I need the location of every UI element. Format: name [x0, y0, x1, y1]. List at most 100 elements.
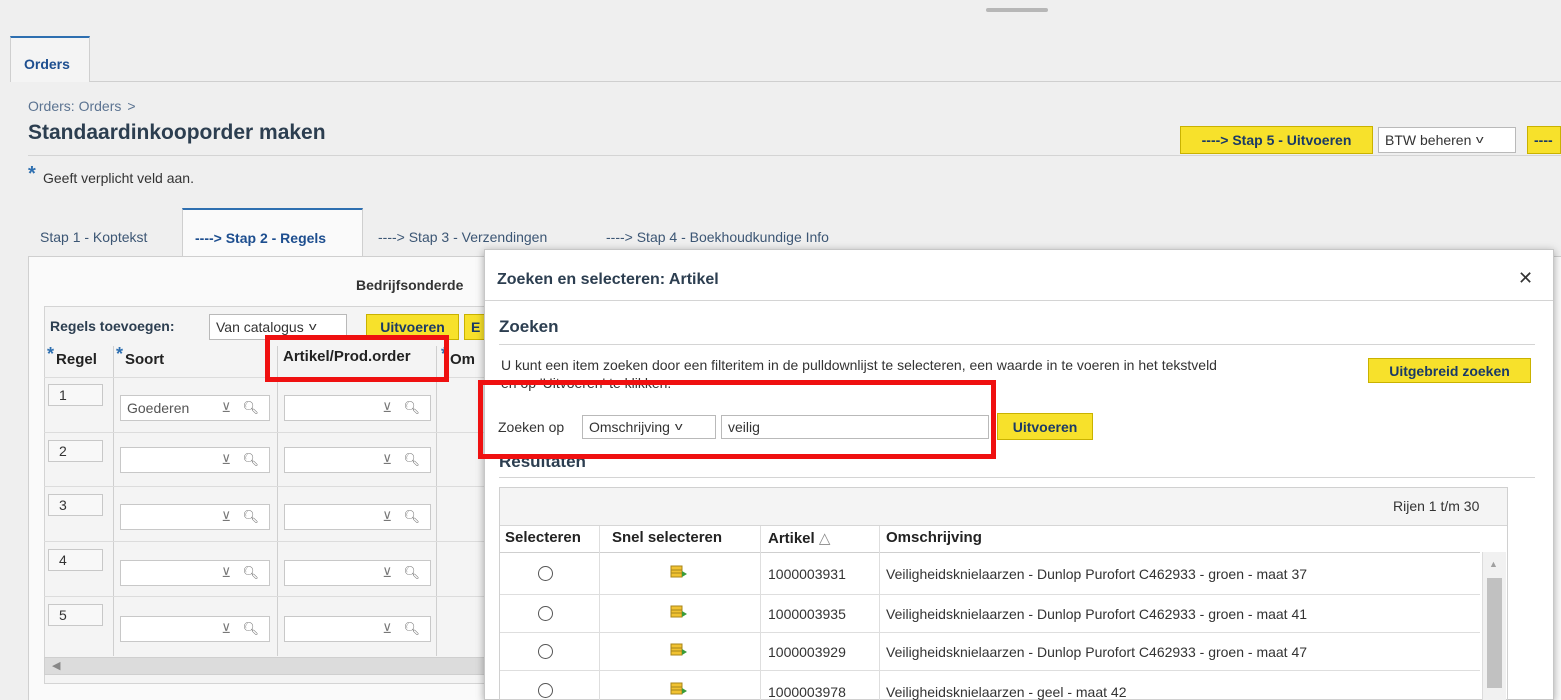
soort-value: Goederen — [127, 400, 190, 416]
column-divider — [277, 346, 278, 656]
item-number: 1000003929 — [768, 644, 846, 660]
required-star: * — [47, 344, 55, 364]
chevron-down-icon: v — [1476, 134, 1484, 146]
select-radio[interactable] — [538, 606, 553, 621]
required-star: * — [28, 163, 36, 185]
row-number: 4 — [48, 549, 103, 571]
item-description: Veiligheidsknielaarzen - Dunlop Purofort… — [886, 644, 1308, 660]
select-radio[interactable] — [538, 683, 553, 698]
search-heading: Zoeken — [499, 317, 559, 336]
soort-field[interactable]: ⊻ 🔍︎ — [120, 560, 270, 586]
item-description: Veiligheidsknielaarzen - Dunlop Purofort… — [886, 566, 1308, 582]
search-heading-divider — [499, 344, 1535, 345]
row-divider — [500, 670, 1480, 671]
artikel-field[interactable]: ⊻ 🔍︎ — [284, 504, 431, 530]
soort-field[interactable]: ⊻ 🔍︎ — [120, 616, 270, 642]
dialog-title: Zoeken en selecteren: Artikel — [497, 271, 719, 288]
lov-search-icon[interactable]: ⊻ 🔍︎ — [221, 400, 263, 416]
row-number: 5 — [48, 604, 103, 626]
quick-select-icon[interactable] — [670, 643, 688, 657]
rows-range: Rijen 1 t/m 30 — [1393, 498, 1480, 514]
lov-search-icon[interactable]: ⊻ 🔍︎ — [382, 400, 424, 416]
lov-search-icon[interactable]: ⊻ 🔍︎ — [382, 621, 424, 637]
col-header-quick-select: Snel selecteren — [612, 529, 723, 546]
artikel-field[interactable]: ⊻ 🔍︎ — [284, 447, 431, 473]
quick-select-icon[interactable] — [670, 605, 688, 619]
col-header-regel-label: Regel — [56, 351, 97, 368]
sort-ascending-icon[interactable]: △ — [819, 530, 831, 547]
lov-search-icon[interactable]: ⊻ 🔍︎ — [221, 509, 263, 525]
required-note: Geeft verplicht veld aan. — [43, 170, 194, 186]
item-number: 1000003935 — [768, 606, 846, 622]
col-header-regel: * Regel — [47, 344, 97, 378]
search-execute-button[interactable]: Uitvoeren — [997, 413, 1093, 440]
lov-search-icon[interactable]: ⊻ 🔍︎ — [221, 621, 263, 637]
chevron-down-icon: v — [308, 321, 317, 333]
horizontal-scrollbar[interactable] — [44, 657, 504, 675]
lov-search-icon[interactable]: ⊻ 🔍︎ — [382, 452, 424, 468]
scroll-left-arrow-icon[interactable]: ◀ — [52, 659, 60, 672]
lov-search-icon[interactable]: ⊻ 🔍︎ — [382, 565, 424, 581]
item-description: Veiligheidsknielaarzen - Dunlop Purofort… — [886, 606, 1308, 622]
artikel-field[interactable]: ⊻ 🔍︎ — [284, 560, 431, 586]
soort-field[interactable]: Goederen ⊻ 🔍︎ — [120, 395, 270, 421]
column-divider — [113, 346, 114, 656]
btw-select[interactable]: BTW beheren v — [1378, 127, 1516, 153]
select-radio[interactable] — [538, 566, 553, 581]
breadcrumb-link-orders[interactable]: Orders: Orders — [28, 98, 121, 114]
business-unit-label: Bedrijfsonderde — [356, 277, 464, 293]
close-icon[interactable]: ✕ — [1518, 268, 1533, 289]
row-number: 2 — [48, 440, 103, 462]
drag-handle[interactable] — [986, 8, 1048, 12]
column-divider — [879, 526, 880, 700]
quick-select-icon[interactable] — [670, 682, 688, 696]
item-description: Veiligheidsknielaarzen - geel - maat 42 — [886, 684, 1127, 700]
highlight-search-row — [478, 380, 996, 459]
row-divider — [500, 594, 1480, 595]
soort-field[interactable]: ⊻ 🔍︎ — [120, 447, 270, 473]
lov-search-icon[interactable]: ⊻ 🔍︎ — [382, 509, 424, 525]
artikel-field[interactable]: ⊻ 🔍︎ — [284, 616, 431, 642]
highlight-artikel-column — [265, 335, 449, 382]
item-number: 1000003931 — [768, 566, 846, 582]
next-step-button[interactable]: ---- — [1527, 126, 1561, 154]
title-divider — [28, 155, 1561, 156]
col-header-description: Omschrijving — [886, 529, 982, 546]
tab-step1[interactable]: Stap 1 - Koptekst — [40, 226, 147, 256]
col-header-item[interactable]: Artikel △ — [768, 529, 830, 547]
btw-select-value: BTW beheren — [1385, 132, 1472, 148]
lov-search-icon[interactable]: ⊻ 🔍︎ — [221, 452, 263, 468]
column-divider — [436, 346, 437, 656]
row-number: 1 — [48, 384, 103, 406]
dialog-title-divider — [485, 300, 1553, 301]
tab-step2[interactable]: ----> Stap 2 - Regels — [182, 208, 363, 258]
breadcrumb: Orders: Orders > — [28, 98, 136, 114]
tab-divider — [90, 81, 1561, 82]
col-header-select: Selecteren — [505, 529, 581, 546]
row-divider — [44, 596, 504, 597]
column-divider — [760, 526, 761, 700]
page-title: Standaardinkooporder maken — [28, 121, 326, 144]
soort-field[interactable]: ⊻ 🔍︎ — [120, 504, 270, 530]
lov-search-icon[interactable]: ⊻ 🔍︎ — [221, 565, 263, 581]
item-number: 1000003978 — [768, 684, 846, 700]
artikel-field[interactable]: ⊻ 🔍︎ — [284, 395, 431, 421]
add-lines-label: Regels toevoegen: — [50, 318, 175, 334]
results-toolbar — [500, 488, 1507, 526]
select-radio[interactable] — [538, 644, 553, 659]
search-instruction: U kunt een item zoeken door een filterit… — [501, 357, 1217, 373]
results-heading-divider — [499, 477, 1535, 478]
tab-orders[interactable]: Orders — [10, 36, 90, 82]
step5-execute-button[interactable]: ----> Stap 5 - Uitvoeren — [1180, 126, 1373, 154]
lines-extra-button[interactable]: E — [464, 314, 486, 340]
advanced-search-button[interactable]: Uitgebreid zoeken — [1368, 358, 1531, 383]
required-star: * — [116, 344, 124, 364]
col-header-item-label: Artikel — [768, 530, 815, 547]
column-divider — [599, 526, 600, 700]
col-header-soort: * Soort — [116, 344, 164, 378]
scrollbar-thumb[interactable] — [1487, 578, 1502, 688]
quick-select-icon[interactable] — [670, 565, 688, 579]
results-header-divider — [500, 552, 1480, 553]
row-divider — [44, 541, 504, 542]
scroll-up-arrow-icon[interactable]: ▲ — [1489, 559, 1498, 569]
